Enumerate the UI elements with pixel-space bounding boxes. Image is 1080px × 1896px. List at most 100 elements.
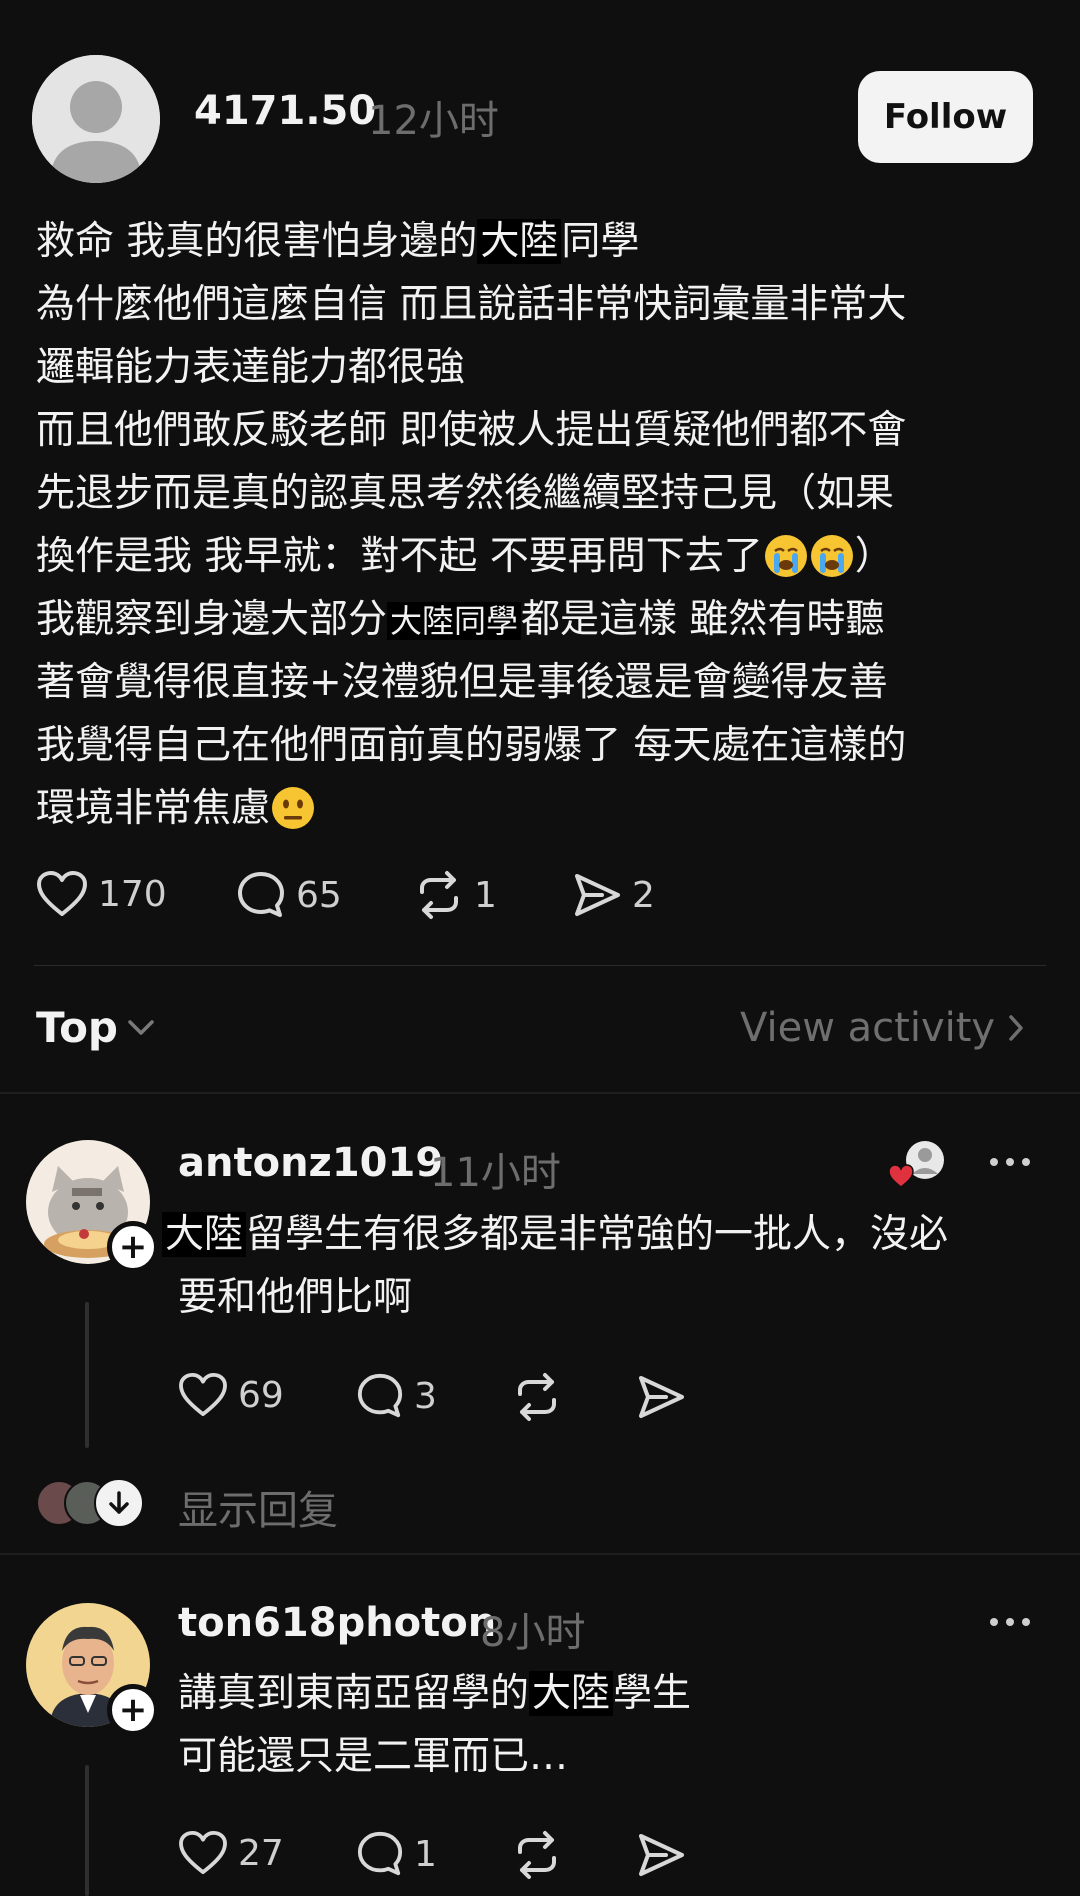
reply-text: 學生 [613,1671,692,1716]
reply-line: 大陸留學生有很多都是非常強的一批人，沒必 [162,1203,948,1266]
post-line: 先退步而是真的認真思考然後繼續堅持己見（如果 [36,462,1046,525]
post-text: 邏輯能力表達能力都很強 [36,345,466,390]
comment-bubble-icon [357,1373,403,1418]
view-activity-label: View activity [740,1005,996,1051]
heart-icon [179,1372,227,1417]
reply-text: 留學生有很多都是非常強的一批人，沒必 [246,1212,949,1257]
like-button[interactable]: 27 [178,1830,284,1876]
share-button[interactable] [636,1830,686,1880]
show-replies-label[interactable]: 显示回复 [178,1478,338,1536]
post-text: 同學 [561,219,640,264]
highlight-text: 大陸 [162,1212,247,1257]
thread-line [85,1302,89,1448]
ellipsis-icon [990,1618,1030,1626]
follow-plus-badge[interactable]: + [107,1221,159,1273]
more-options-button[interactable] [988,1612,1032,1636]
share-button[interactable] [636,1372,686,1422]
arrow-down-icon [109,1491,129,1514]
post-line: 我觀察到身邊大部分大陸同學都是這樣 雖然有時聽 [36,588,1046,651]
comment-bubble-icon [357,1831,403,1876]
reply-line: 講真到東南亞留學的大陸學生 [178,1662,691,1725]
follow-plus-badge[interactable]: + [107,1684,159,1736]
comment-button[interactable]: 65 [236,870,342,920]
send-icon [639,1834,684,1876]
post-text: 著會覺得很直接+沒禮貌但是事後還是會變得友善 [36,660,888,705]
heart-icon [179,1830,227,1875]
neutral-face-emoji-icon [272,786,315,829]
show-replies-toggle[interactable] [36,1478,146,1528]
send-icon [639,1376,684,1418]
send-icon [575,874,620,916]
repost-icon [518,1373,556,1421]
repost-button[interactable] [512,1372,562,1422]
post-line: 環境非常焦慮 [36,777,1046,840]
comment-count: 3 [414,1375,437,1417]
reply-timestamp: 11小时 [430,1150,561,1196]
like-count: 170 [98,873,167,915]
post-text: 我觀察到身邊大部分 [36,597,388,642]
repost-icon [518,1831,556,1879]
highlight-text: 大陸同學 [387,602,522,640]
post-text: 先退步而是真的認真思考然後繼續堅持己見（如果 [36,471,895,516]
post-line: 邏輯能力表達能力都很強 [36,336,1046,399]
reply-author-name[interactable]: antonz1019 [178,1140,443,1186]
post-line: 而且他們敢反駁老師 即使被人提出質疑他們都不會 [36,399,1046,462]
comment-count: 65 [296,874,342,916]
post-line: 為什麼他們這麼自信 而且說話非常快詞彙量非常大 [36,273,1046,336]
heart-icon [37,871,87,916]
crying-face-emoji-icon [764,534,807,577]
post-line: 換作是我 我早就：對不起 不要再問下去了 ） [36,525,1046,588]
share-count: 2 [632,874,655,916]
reply-line: 可能還只是二軍而已… [178,1725,691,1788]
chevron-right-icon [1009,1015,1023,1041]
post-text: ） [854,534,894,579]
sort-dropdown[interactable]: Top [36,1003,156,1052]
reply-body: 講真到東南亞留學的大陸學生 可能還只是二軍而已… [178,1662,691,1788]
post-text: 都是這樣 雖然有時聽 [521,597,885,642]
comment-button[interactable]: 3 [356,1372,437,1420]
like-count: 69 [238,1374,284,1416]
comment-bubble-icon [238,872,284,917]
thread-line [85,1765,89,1896]
highlight-text: 大陸 [477,219,562,264]
post-text: 救命 我真的很害怕身邊的 [36,219,478,264]
more-options-button[interactable] [988,1152,1032,1176]
highlight-text: 大陸 [529,1671,614,1716]
plus-icon: + [118,1227,148,1267]
repost-icon [420,871,458,919]
divider [0,1092,1080,1094]
plus-icon: + [118,1690,148,1730]
reply-body: 大陸留學生有很多都是非常強的一批人，沒必 要和他們比啊 [162,1203,948,1329]
post-line: 著會覺得很直接+沒禮貌但是事後還是會變得友善 [36,651,1046,714]
reply-line: 要和他們比啊 [162,1266,948,1329]
reply-text: 講真到東南亞留學的 [178,1671,530,1716]
like-button[interactable]: 170 [36,870,167,918]
post-line: 我覺得自己在他們面前真的弱爆了 每天處在這樣的 [36,714,1046,777]
sort-label: Top [36,1003,118,1052]
post-author-name[interactable]: 4171.50 [194,88,376,134]
default-avatar-icon [32,55,160,183]
post-text: 我覺得自己在他們面前真的弱爆了 每天處在這樣的 [36,723,907,768]
post-text: 環境非常焦慮 [36,786,271,831]
repost-count: 1 [474,874,497,916]
reply-author-name[interactable]: ton618photon [178,1600,496,1646]
comment-button[interactable]: 1 [356,1830,437,1878]
post-body: 救命 我真的很害怕身邊的大陸同學 為什麼他們這麼自信 而且說話非常快詞彙量非常大… [36,210,1046,840]
follow-button[interactable]: Follow [858,71,1033,163]
comment-count: 1 [414,1833,437,1875]
like-button[interactable]: 69 [178,1372,284,1418]
divider [34,965,1046,966]
red-heart-icon [888,1164,914,1188]
share-button[interactable]: 2 [572,870,655,920]
post-author-avatar[interactable] [32,55,160,183]
divider [0,1553,1080,1555]
expand-replies-button[interactable] [94,1478,144,1528]
view-activity-link[interactable]: View activity [740,1005,1025,1051]
repost-button[interactable] [512,1830,562,1880]
post-text: 而且他們敢反駁老師 即使被人提出質疑他們都不會 [36,408,907,453]
liked-by-author-indicator [888,1138,946,1188]
ellipsis-icon [990,1158,1030,1166]
repost-button[interactable]: 1 [414,870,497,920]
post-text: 為什麼他們這麼自信 而且說話非常快詞彙量非常大 [36,282,907,327]
reply-timestamp: 8小时 [480,1610,586,1656]
